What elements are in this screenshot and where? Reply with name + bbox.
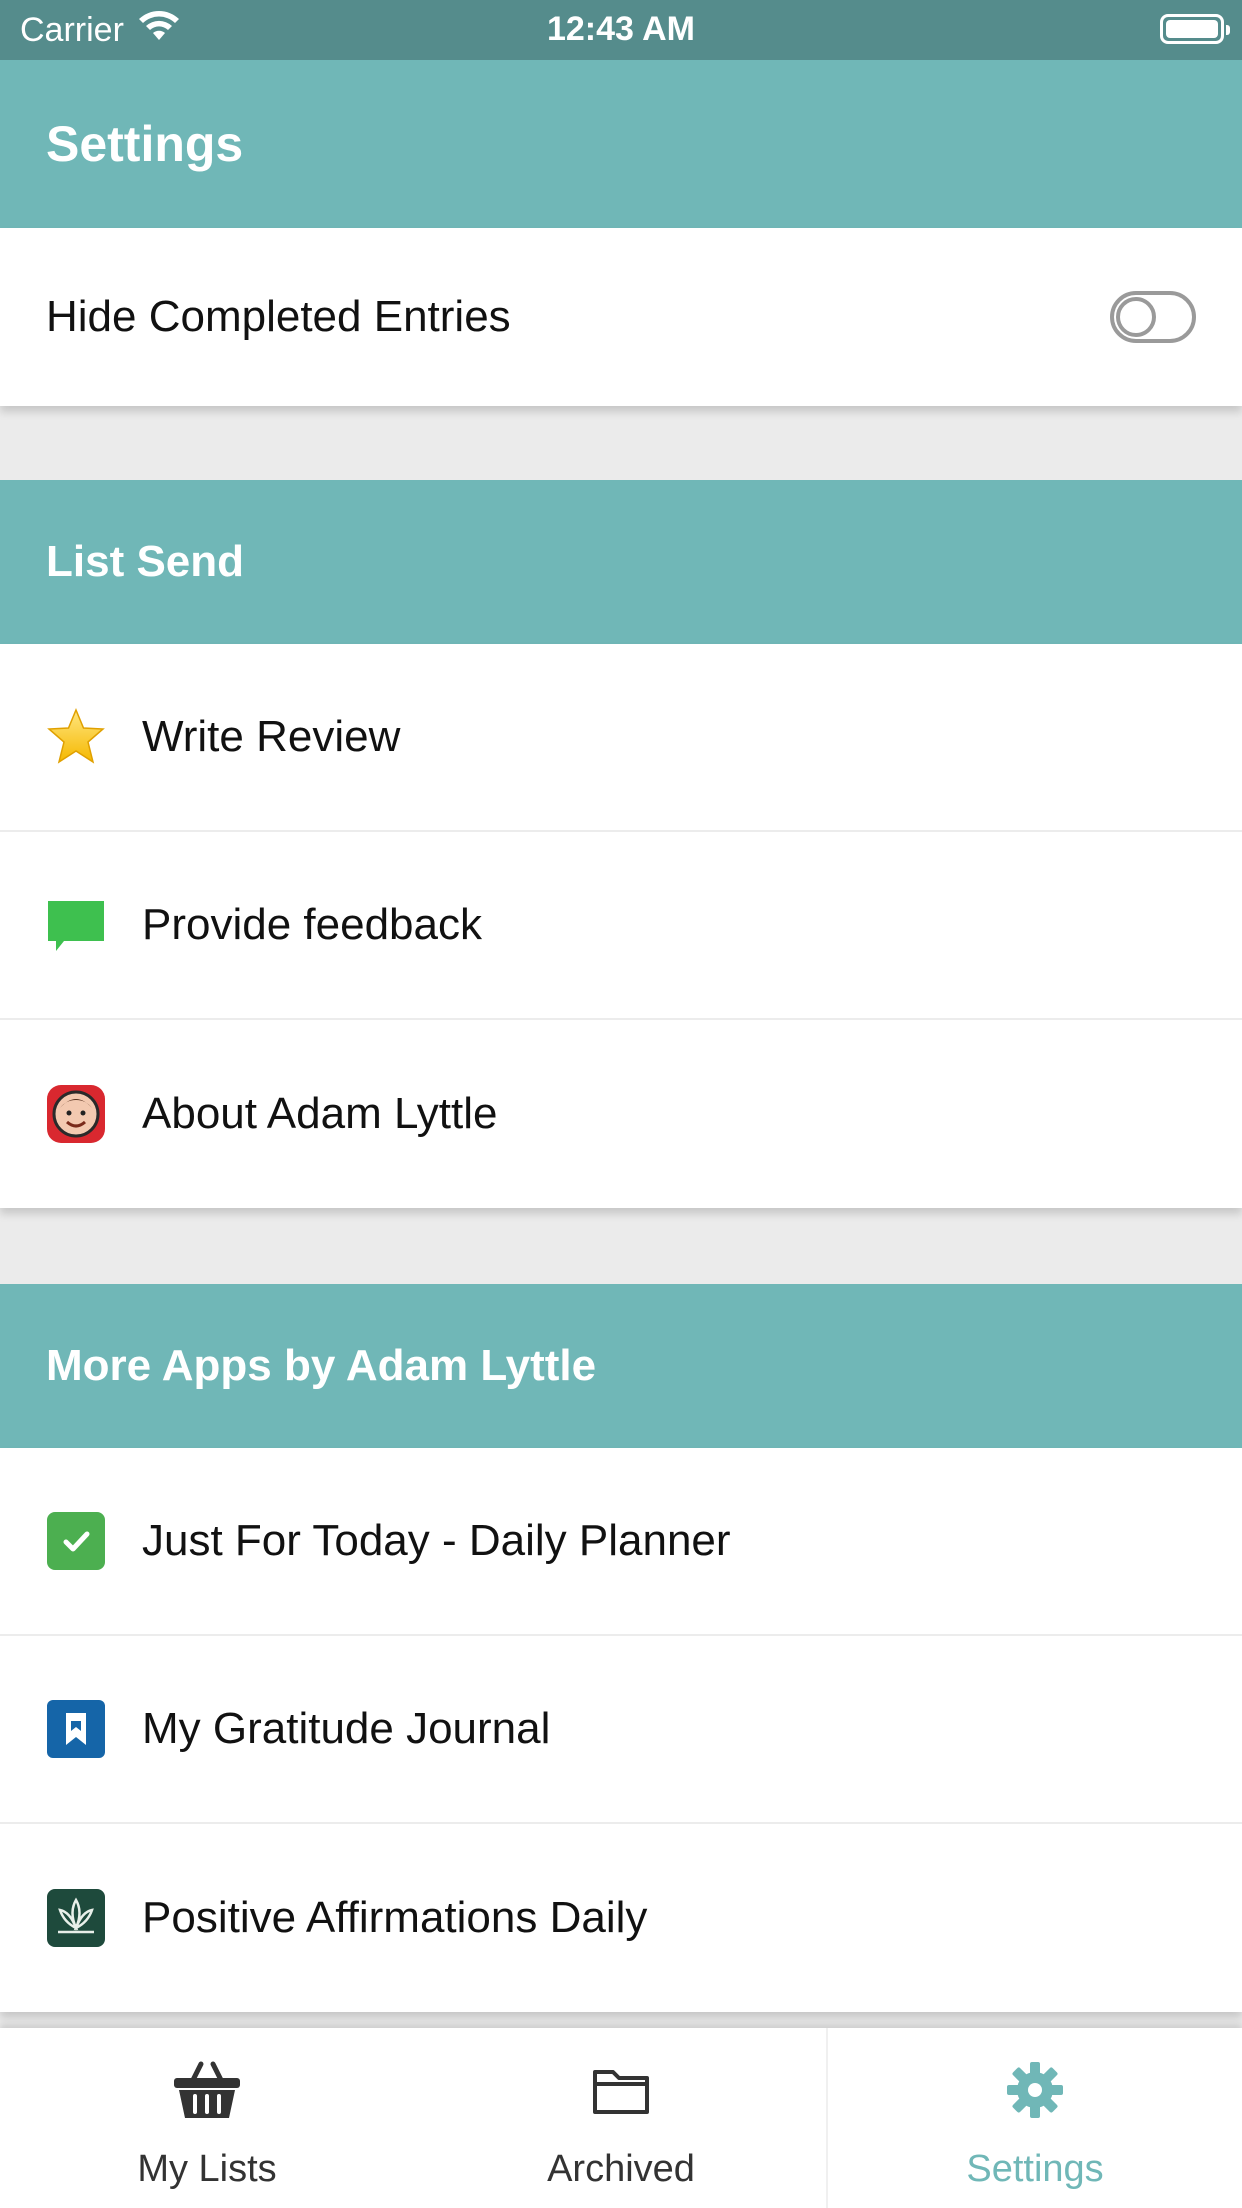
lotus-app-icon: [46, 1888, 106, 1948]
affirmations-row[interactable]: Positive Affirmations Daily: [0, 1824, 1242, 2012]
list-send-header: List Send: [0, 480, 1242, 644]
tab-archived-label: Archived: [547, 2148, 695, 2190]
tab-bar: My Lists Archived Settings: [0, 2028, 1242, 2208]
star-icon: [46, 707, 106, 767]
tab-settings-label: Settings: [966, 2148, 1104, 2190]
gratitude-journal-row[interactable]: My Gratitude Journal: [0, 1636, 1242, 1824]
gratitude-journal-label: My Gratitude Journal: [142, 1704, 551, 1753]
settings-card: Hide Completed Entries: [0, 228, 1242, 406]
status-time: 12:43 AM: [546, 10, 696, 48]
more-apps-card: Just For Today - Daily Planner My Gratit…: [0, 1448, 1242, 2012]
just-for-today-label: Just For Today - Daily Planner: [142, 1516, 731, 1565]
list-send-header-text: List Send: [46, 537, 245, 586]
hide-completed-row: Hide Completed Entries: [0, 228, 1242, 406]
toggle-knob: [1116, 297, 1156, 337]
tab-my-lists-label: My Lists: [137, 2148, 277, 2190]
gear-icon: [1003, 2058, 1067, 2132]
just-for-today-row[interactable]: Just For Today - Daily Planner: [0, 1448, 1242, 1636]
provide-feedback-row[interactable]: Provide feedback: [0, 832, 1242, 1020]
status-bar: Carrier 12:43 AM: [0, 0, 1242, 60]
tab-archived[interactable]: Archived: [414, 2028, 828, 2208]
about-adam-row[interactable]: About Adam Lyttle: [0, 1020, 1242, 1208]
more-apps-header: More Apps by Adam Lyttle: [0, 1284, 1242, 1448]
folder-icon: [589, 2058, 653, 2132]
tab-settings[interactable]: Settings: [828, 2028, 1242, 2208]
basket-icon: [171, 2058, 243, 2132]
hide-completed-label: Hide Completed Entries: [46, 292, 511, 341]
more-apps-header-text: More Apps by Adam Lyttle: [46, 1341, 597, 1390]
battery-icon: [1160, 14, 1230, 44]
avatar-icon: [46, 1084, 106, 1144]
list-send-card: Write Review Provide feedback About Adam…: [0, 644, 1242, 1208]
tab-my-lists[interactable]: My Lists: [0, 2028, 414, 2208]
affirmations-label: Positive Affirmations Daily: [142, 1893, 648, 1942]
checkbox-app-icon: [46, 1511, 106, 1571]
page-title-text: Settings: [46, 116, 244, 172]
bookmark-app-icon: [46, 1699, 106, 1759]
about-adam-label: About Adam Lyttle: [142, 1089, 498, 1138]
hide-completed-toggle[interactable]: [1110, 291, 1196, 343]
provide-feedback-label: Provide feedback: [142, 900, 482, 949]
page-title: Settings: [0, 60, 1242, 228]
chat-bubble-icon: [46, 895, 106, 955]
write-review-row[interactable]: Write Review: [0, 644, 1242, 832]
write-review-label: Write Review: [142, 712, 401, 761]
